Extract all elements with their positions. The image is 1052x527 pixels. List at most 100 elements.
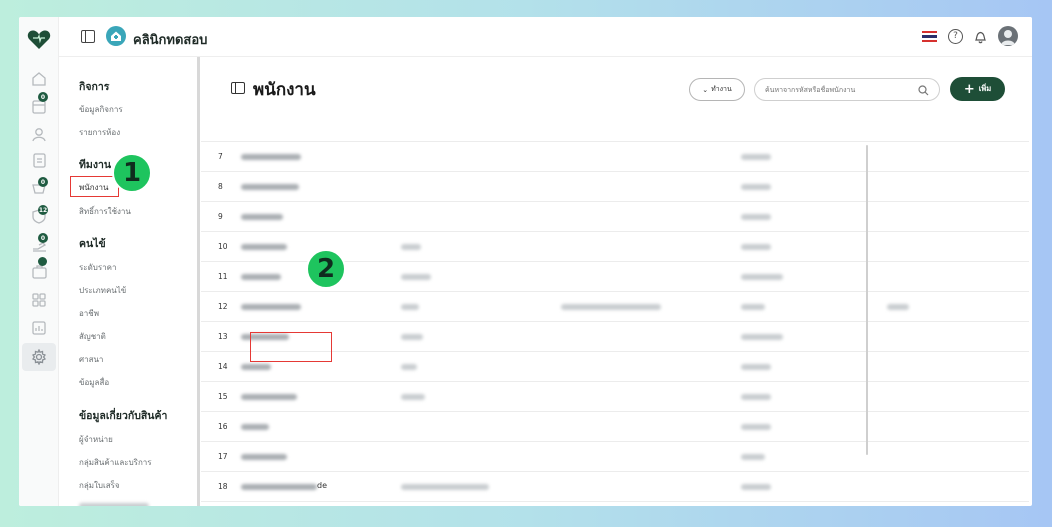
row-number: 10 [218,242,228,251]
search-input[interactable] [765,83,915,97]
nav-item-more-blurred [79,503,149,506]
annotation-box-row-12 [250,332,332,362]
cart-badge: 0 [38,177,48,187]
nav-item-patient-types[interactable]: ประเภทคนไข้ [79,284,126,297]
plus-icon: + [963,81,975,97]
heart-logo-icon[interactable] [27,30,51,50]
add-employee-button[interactable]: + เพิ่ม [950,77,1005,101]
page-toggle-icon[interactable] [231,82,245,94]
nav-item-product-groups[interactable]: กลุ่มสินค้าและบริการ [79,456,152,469]
apps-icon[interactable] [29,291,49,309]
blurred-name [241,484,317,490]
sidebar-toggle-icon[interactable] [81,30,95,43]
row-number: 16 [218,422,228,431]
blurred-role [741,274,783,280]
row-number: 17 [218,452,228,461]
page-title: พนักงาน [253,80,316,100]
chevron-down-icon: ⌄ [702,85,709,94]
row-number: 13 [218,332,228,341]
nav-item-price-levels[interactable]: ระดับราคา [79,261,117,274]
blurred-code [401,274,431,280]
nav-section-patients: คนไข้ [79,238,106,250]
row-number: 14 [218,362,228,371]
calendar-badge: 0 [38,92,48,102]
blurred-role [741,454,765,460]
blurred-name [241,304,301,310]
thai-flag-icon[interactable] [922,30,937,42]
nav-item-media[interactable]: ข้อมูลสื่อ [79,376,109,389]
avatar[interactable] [998,26,1018,46]
table-row[interactable]: 15 [201,381,1029,411]
help-icon[interactable]: ? [948,28,963,44]
blurred-code [401,334,423,340]
blurred-role [741,334,783,340]
nav-item-receipt-groups[interactable]: กลุ่มใบเสร็จ [79,479,120,492]
nav-item-suppliers[interactable]: ผู้จำหน่าย [79,433,113,446]
blurred-email [401,484,489,490]
step-badge-1: 1 [112,153,152,193]
table-row[interactable]: 18 de [201,471,1029,501]
blurred-role [741,484,771,490]
table-row[interactable]: 7 [201,141,1029,171]
search-box[interactable] [754,78,940,101]
blurred-email [561,304,661,310]
nav-section-business: กิจการ [79,81,110,93]
table-row[interactable]: 17 [201,441,1029,471]
table-row[interactable]: 8 [201,171,1029,201]
table-scrollbar[interactable] [866,145,868,455]
blurred-code [401,244,421,250]
nav-item-business-info[interactable]: ข้อมูลกิจการ [79,103,123,116]
settings-nav: กิจการ ข้อมูลกิจการ รายการห้อง ทีมงาน พน… [59,57,200,506]
nav-item-religions[interactable]: ศาสนา [79,353,103,366]
blurred-name [241,214,283,220]
hand-badge: 0 [38,233,48,243]
nav-item-rooms[interactable]: รายการห้อง [79,126,120,139]
nav-item-occupations[interactable]: อาชีพ [79,307,99,320]
bell-icon[interactable] [974,29,987,44]
shield-badge: 12 [38,205,48,215]
row-number: 7 [218,152,223,161]
row-number: 18 [218,482,228,491]
document-icon[interactable] [29,151,49,169]
annotation-box-employees [70,176,119,197]
report-icon[interactable] [29,319,49,337]
step-badge-2: 2 [306,249,346,289]
blurred-name [241,154,301,160]
row-number: 9 [218,212,223,221]
blurred-role [741,364,771,370]
table-row[interactable]: 9 [201,201,1029,231]
top-right-actions: ? [922,25,1018,47]
blurred-role [741,244,771,250]
table-row[interactable]: 19 [201,501,1029,506]
add-button-label: เพิ่ม [978,84,992,93]
blurred-role [741,184,771,190]
nav-section-products: ข้อมูลเกี่ยวกับสินค้า [79,410,168,422]
app-window: 0 0 12 0 คลินิกทดสอบ ? กิจการ ข้อมูลกิจก… [19,17,1032,506]
nav-item-nationalities[interactable]: สัญชาติ [79,330,106,343]
patient-icon[interactable] [29,125,49,143]
table-row[interactable]: 12 [201,291,1029,321]
action-dropdown-button[interactable]: ⌄ ทำงาน [689,78,745,101]
nav-section-team: ทีมงาน [79,159,112,171]
home-icon[interactable] [29,69,49,87]
blurred-role [741,424,771,430]
row-number: 12 [218,302,228,311]
blurred-role [741,214,771,220]
blurred-name [241,244,287,250]
blurred-name [241,394,297,400]
name-visible-suffix: de [317,481,327,490]
blurred-name [241,364,271,370]
nav-item-permissions[interactable]: สิทธิ์การใช้งาน [79,205,131,218]
blurred-extra [887,304,909,310]
box-dot [38,257,47,266]
search-icon[interactable] [918,85,929,96]
blurred-name [241,454,287,460]
row-number: 8 [218,182,223,191]
table-row[interactable]: 16 [201,411,1029,441]
gear-icon[interactable] [29,348,49,366]
blurred-role [741,154,771,160]
clinic-name[interactable]: คลินิกทดสอบ [133,29,207,50]
blurred-role [741,394,771,400]
blurred-role [741,304,765,310]
top-bar: คลินิกทดสอบ ? [59,17,1032,57]
